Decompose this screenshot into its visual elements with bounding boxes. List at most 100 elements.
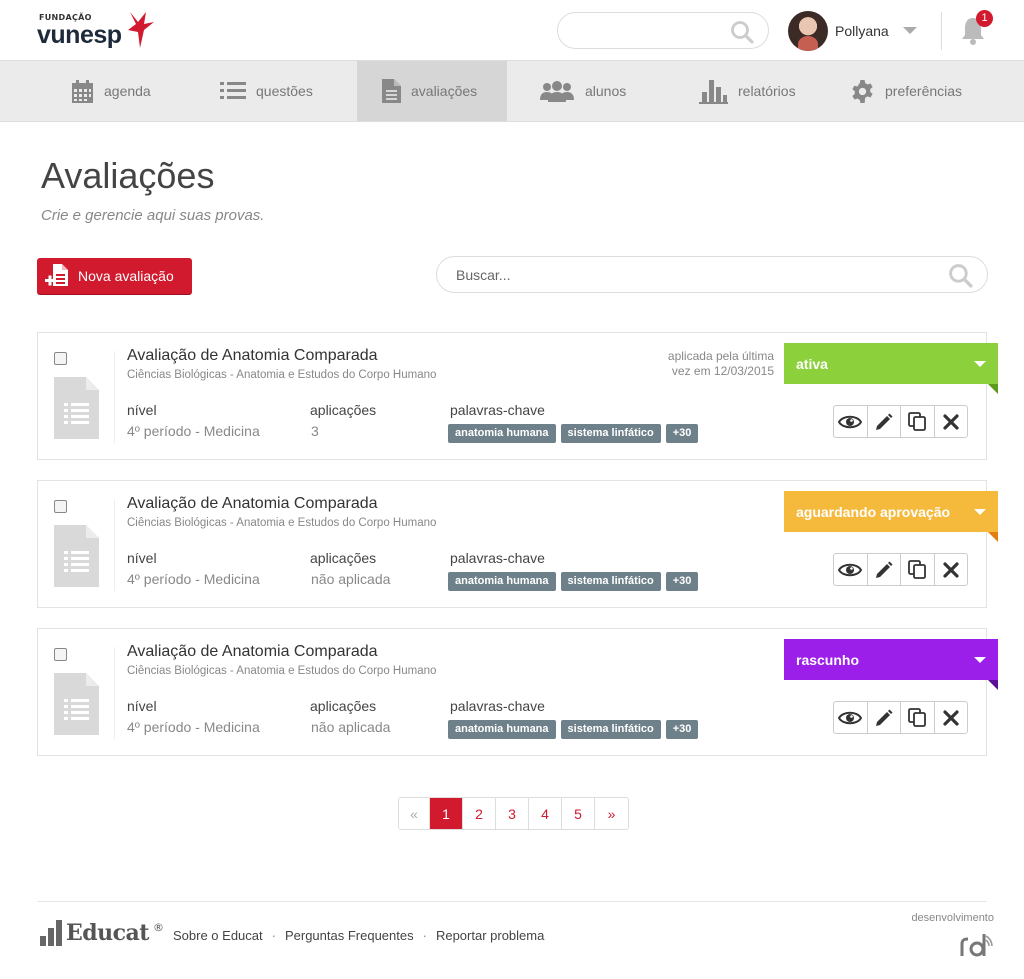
nav-item-label: relatórios [738, 83, 796, 99]
keyword-tag[interactable]: anatomia humana [448, 424, 556, 443]
assessment-subject: Ciências Biológicas - Anatomia e Estudos… [127, 517, 437, 529]
copy-icon [907, 559, 926, 579]
status-dropdown[interactable]: ativa [784, 343, 998, 394]
prev-page-button[interactable]: « [399, 798, 430, 829]
header-divider [941, 12, 942, 50]
educat-bars-icon [40, 920, 62, 946]
page-button[interactable]: 4 [529, 798, 562, 829]
keyword-tags: anatomia humana sistema linfático +30 [448, 424, 699, 443]
nav-item-label: avaliações [411, 83, 478, 99]
educat-logo[interactable]: Educat ® [40, 920, 164, 946]
status-label: aguardando aprovação [796, 503, 951, 520]
select-checkbox[interactable] [54, 352, 67, 365]
user-name[interactable]: Pollyana [835, 23, 889, 39]
status-label: rascunho [796, 651, 860, 668]
card-divider [114, 351, 115, 443]
assessment-search[interactable] [436, 256, 988, 293]
nav-item-questoes[interactable]: questões [220, 61, 313, 121]
avatar[interactable] [788, 10, 828, 51]
next-page-button[interactable]: » [595, 798, 628, 829]
users-icon [540, 81, 574, 102]
footer-link-report[interactable]: Reportar problema [436, 928, 544, 943]
page-button[interactable]: 3 [496, 798, 529, 829]
status-fold [988, 384, 998, 394]
main-nav: agenda questões avaliações alunos relató… [0, 60, 1024, 122]
assessment-title[interactable]: Avaliação de Anatomia Comparada [127, 347, 378, 365]
select-checkbox[interactable] [54, 648, 67, 661]
select-checkbox[interactable] [54, 500, 67, 513]
keyword-tags: anatomia humana sistema linfático +30 [448, 572, 699, 591]
footer-link-about[interactable]: Sobre o Educat [173, 928, 263, 943]
view-button[interactable] [834, 554, 868, 585]
assessment-title[interactable]: Avaliação de Anatomia Comparada [127, 495, 378, 513]
more-tags-badge[interactable]: +30 [665, 572, 699, 591]
page-button[interactable]: 2 [463, 798, 496, 829]
footer-link-faq[interactable]: Perguntas Frequentes [285, 928, 414, 943]
applications-value: não aplicada [311, 719, 391, 735]
edit-button[interactable] [868, 702, 901, 733]
search-icon[interactable] [948, 263, 973, 288]
nav-item-avaliacoes[interactable]: avaliações [357, 61, 507, 121]
nav-item-relatorios[interactable]: relatórios [699, 61, 796, 121]
assessment-card: Avaliação de Anatomia Comparada Ciências… [37, 332, 998, 460]
page-button[interactable]: 1 [430, 798, 463, 829]
new-assessment-button[interactable]: Nova avaliação [37, 258, 192, 294]
pencil-icon [875, 413, 893, 430]
keywords-label: palavras-chave [450, 550, 545, 566]
eye-icon [838, 415, 863, 428]
card-divider [114, 499, 115, 591]
view-button[interactable] [834, 406, 868, 437]
status-dropdown[interactable]: rascunho [784, 639, 998, 690]
list-icon [220, 82, 246, 99]
nav-item-label: questões [256, 83, 313, 99]
keyword-tag[interactable]: anatomia humana [448, 572, 556, 591]
duplicate-button[interactable] [901, 554, 935, 585]
page-button[interactable]: 5 [562, 798, 595, 829]
document-icon [54, 377, 99, 439]
chevron-down-icon[interactable] [902, 27, 917, 34]
developer-logo[interactable] [960, 930, 994, 958]
view-button[interactable] [834, 702, 868, 733]
applications-label: aplicações [310, 698, 377, 714]
delete-button[interactable] [935, 554, 968, 585]
bar-chart-icon [699, 80, 728, 104]
header-search-input[interactable] [557, 12, 769, 49]
nav-item-agenda[interactable]: agenda [71, 61, 151, 121]
notification-badge[interactable]: 1 [976, 10, 993, 27]
last-applied-date: vez em 12/03/2015 [671, 364, 774, 378]
more-tags-badge[interactable]: +30 [665, 424, 699, 443]
delete-button[interactable] [935, 702, 968, 733]
keyword-tag[interactable]: sistema linfático [560, 572, 661, 591]
status-dropdown[interactable]: aguardando aprovação [784, 491, 998, 542]
keyword-tag[interactable]: sistema linfático [560, 720, 661, 739]
search-icon[interactable] [730, 20, 754, 44]
duplicate-button[interactable] [901, 702, 935, 733]
level-label: nível [127, 402, 157, 418]
assessment-title[interactable]: Avaliação de Anatomia Comparada [127, 643, 378, 661]
development-label: desenvolvimento [911, 912, 994, 924]
user-menu[interactable]: Pollyana [788, 10, 917, 51]
calendar-icon [72, 79, 93, 103]
duplicate-button[interactable] [901, 406, 935, 437]
vunesp-logo[interactable]: FUNDAÇÃO vunesp [37, 10, 159, 52]
last-applied-info: aplicada pela última vez em 12/03/2015 [668, 349, 774, 379]
action-buttons [833, 701, 968, 734]
level-value: 4º período - Medicina [127, 571, 260, 587]
action-buttons [833, 405, 968, 438]
delete-button[interactable] [935, 406, 968, 437]
edit-button[interactable] [868, 406, 901, 437]
nav-item-alunos[interactable]: alunos [539, 61, 626, 121]
keyword-tag[interactable]: sistema linfático [560, 424, 661, 443]
keywords-label: palavras-chave [450, 402, 545, 418]
search-input[interactable] [437, 257, 917, 292]
status-fold [988, 532, 998, 542]
educat-brand: Educat [66, 920, 149, 946]
keywords-label: palavras-chave [450, 698, 545, 714]
keyword-tag[interactable]: anatomia humana [448, 720, 556, 739]
action-buttons [833, 553, 968, 586]
nav-item-label: preferências [885, 83, 963, 99]
eye-icon [838, 563, 863, 576]
more-tags-badge[interactable]: +30 [665, 720, 699, 739]
edit-button[interactable] [868, 554, 901, 585]
nav-item-preferencias[interactable]: preferências [850, 61, 962, 121]
